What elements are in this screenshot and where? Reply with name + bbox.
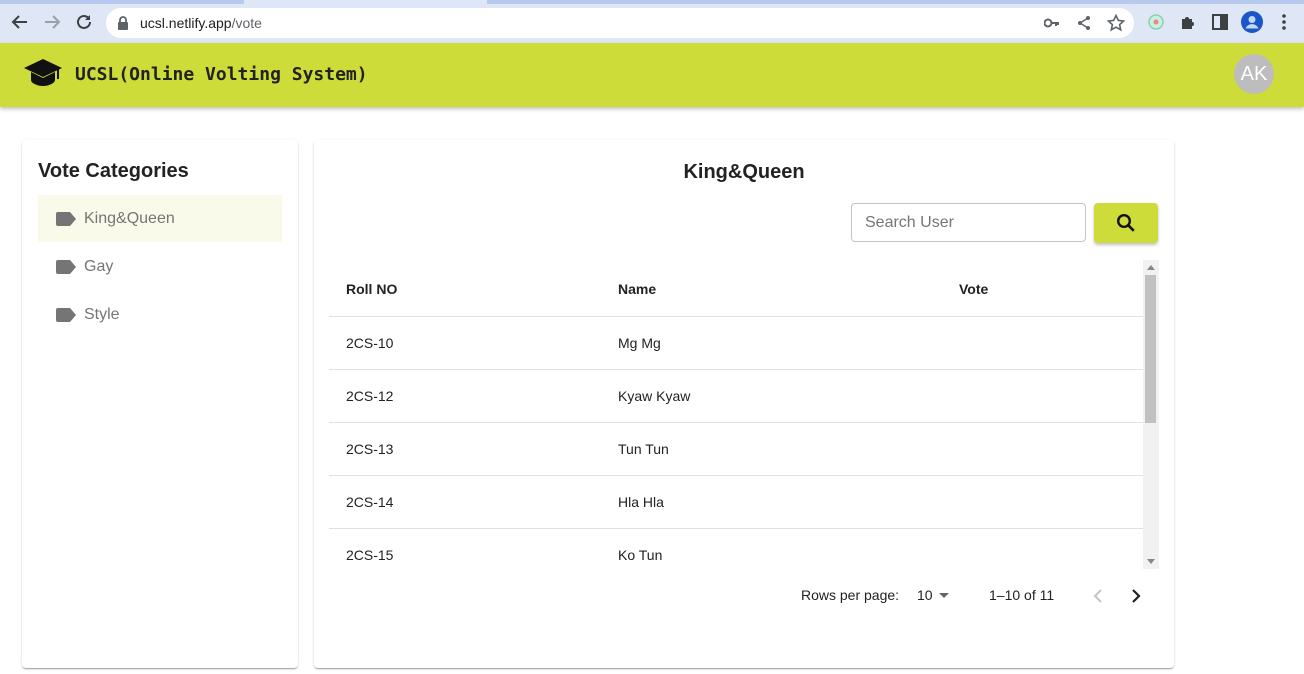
cell-roll-no: 2CS-14 (329, 475, 601, 529)
app-title: UCSL(Online Volting System) (75, 64, 368, 85)
tab-strip-edge (0, 0, 244, 4)
cell-roll-no: 2CS-15 (329, 528, 601, 569)
puzzle-icon[interactable] (1177, 11, 1199, 33)
app-bar: UCSL(Online Volting System) AK (0, 43, 1304, 107)
cell-vote[interactable] (942, 316, 1143, 370)
candidates-table-container: Roll NO Name Vote 2CS-10 Mg Mg 2CS-12 Ky… (329, 260, 1159, 569)
category-item-style[interactable]: Style (38, 291, 282, 338)
table-scrollbar[interactable] (1143, 260, 1159, 569)
cell-name: Hla Hla (601, 475, 942, 529)
table-row[interactable]: 2CS-10 Mg Mg (329, 316, 1143, 370)
category-title: King&Queen (683, 161, 805, 183)
category-label: King&Queen (84, 209, 175, 227)
share-icon[interactable] (1075, 14, 1093, 32)
table-row[interactable]: 2CS-14 Hla Hla (329, 475, 1143, 529)
url-path: /vote (231, 15, 262, 31)
cell-vote[interactable] (942, 369, 1143, 423)
reload-button[interactable] (72, 10, 96, 34)
search-user-input[interactable] (851, 203, 1086, 242)
table-row[interactable]: 2CS-13 Tun Tun (329, 422, 1143, 476)
scroll-up-arrow-icon[interactable] (1147, 265, 1155, 270)
rows-per-page-label: Rows per page: (801, 587, 900, 603)
category-item-king-queen[interactable]: King&Queen (38, 195, 282, 242)
lock-icon (118, 16, 128, 30)
profile-icon[interactable] (1241, 11, 1263, 33)
candidates-table: Roll NO Name Vote 2CS-10 Mg Mg 2CS-12 Ky… (329, 260, 1143, 569)
key-icon[interactable] (1043, 14, 1061, 32)
previous-page-button[interactable] (1086, 584, 1110, 608)
browser-toolbar: ucsl.netlify.app/vote (0, 0, 1304, 43)
table-row[interactable]: 2CS-15 Ko Tun (329, 528, 1143, 569)
url-text: ucsl.netlify.app/vote (140, 15, 262, 31)
tab-strip-edge (487, 0, 1304, 4)
back-button[interactable] (8, 10, 32, 34)
cell-name: Mg Mg (601, 316, 942, 370)
cell-roll-no: 2CS-12 (329, 369, 601, 423)
rows-per-page-select[interactable]: 10 (917, 587, 933, 603)
category-label: Style (84, 305, 120, 323)
column-header-name[interactable]: Name (601, 260, 942, 317)
arrow-right-icon (45, 15, 61, 29)
url-host: ucsl.netlify.app (140, 15, 232, 31)
cell-vote[interactable] (942, 422, 1143, 476)
extension-icon[interactable] (1145, 11, 1167, 33)
table-pagination: Rows per page: 10 1–10 of 11 (314, 584, 1174, 606)
category-label: Gay (84, 257, 114, 275)
cell-vote[interactable] (942, 528, 1143, 569)
categories-heading: Vote Categories (38, 160, 189, 182)
label-icon (56, 211, 76, 226)
cell-vote[interactable] (942, 475, 1143, 529)
cell-name: Ko Tun (601, 528, 942, 569)
reload-icon (77, 14, 91, 29)
cell-name: Tun Tun (601, 422, 942, 476)
cell-roll-no: 2CS-10 (329, 316, 601, 370)
column-header-vote[interactable]: Vote (942, 260, 1143, 317)
candidates-panel: King&Queen Roll NO Name Vote 2CS-10 Mg M… (314, 140, 1174, 668)
arrow-left-icon (11, 15, 27, 29)
search-icon (1116, 213, 1135, 232)
caret-down-icon[interactable] (939, 593, 949, 598)
bookmark-star-icon[interactable] (1107, 14, 1125, 32)
next-page-button[interactable] (1124, 584, 1148, 608)
table-row[interactable]: 2CS-12 Kyaw Kyaw (329, 369, 1143, 423)
address-bar[interactable]: ucsl.netlify.app/vote (106, 8, 1134, 38)
vote-categories-panel: Vote Categories King&Queen Gay Style (22, 140, 298, 668)
side-panel-icon[interactable] (1209, 11, 1231, 33)
user-avatar[interactable]: AK (1234, 54, 1274, 94)
forward-button[interactable] (40, 10, 64, 34)
category-item-gay[interactable]: Gay (38, 243, 282, 290)
pagination-range: 1–10 of 11 (989, 587, 1055, 603)
cell-roll-no: 2CS-13 (329, 422, 601, 476)
scrollbar-thumb[interactable] (1145, 275, 1156, 423)
graduation-cap-icon (24, 59, 62, 86)
table-header-row: Roll NO Name Vote (329, 260, 1143, 317)
cell-name: Kyaw Kyaw (601, 369, 942, 423)
chevron-right-icon (1132, 589, 1141, 603)
scroll-down-arrow-icon[interactable] (1147, 559, 1155, 564)
search-button[interactable] (1094, 203, 1158, 243)
chevron-left-icon (1093, 589, 1102, 603)
column-header-roll-no[interactable]: Roll NO (329, 260, 601, 317)
kebab-menu-icon[interactable] (1273, 11, 1295, 33)
label-icon (56, 259, 76, 274)
label-icon (56, 307, 76, 322)
